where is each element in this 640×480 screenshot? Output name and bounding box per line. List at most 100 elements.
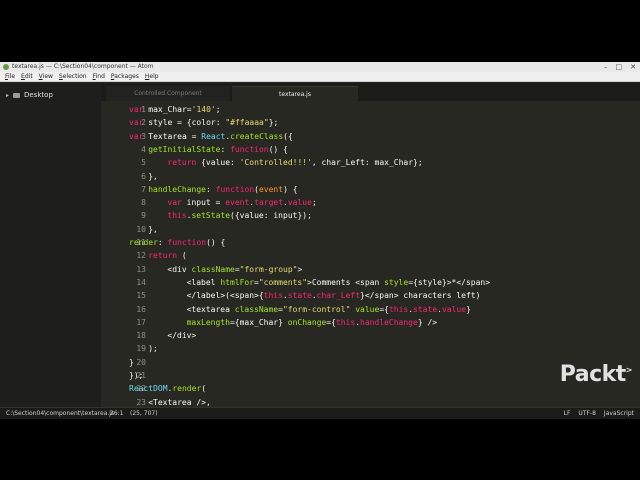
code-token: render: [172, 384, 202, 394]
code-token: handleChange: [360, 317, 418, 327]
code-token: value: [355, 304, 380, 314]
menu-item-4[interactable]: Find: [93, 72, 105, 81]
code-line[interactable]: 5 return {value: 'Controlled!!!', char_Le…: [101, 156, 640, 169]
code-token: var: [129, 131, 144, 141]
code-text: }: [129, 356, 134, 369]
status-encoding[interactable]: UTF-8: [578, 408, 596, 419]
line-number: 12: [136, 251, 146, 261]
code-line[interactable]: 13 <div className="form-group">: [101, 263, 640, 276]
code-line[interactable]: 12 return (: [101, 249, 640, 262]
code-token: this: [167, 211, 187, 221]
code-line[interactable]: 17 maxLength={max_Char} onChange={this.ha…: [101, 316, 640, 329]
code-line[interactable]: 8 var input = event.target.value;: [101, 196, 640, 209]
code-token: value: [287, 198, 312, 208]
menu-item-2[interactable]: View: [39, 72, 53, 81]
code-token: () {: [206, 238, 226, 247]
code-line[interactable]: 2 var style = {color: "#ffaaaa"};: [101, 116, 640, 129]
code-token: value: [441, 304, 467, 314]
code-line[interactable]: 9 this.setState({value: input});: [101, 209, 640, 222]
code-token: function: [215, 184, 255, 194]
code-line[interactable]: 6},: [101, 170, 640, 183]
code-token: createClass: [230, 131, 284, 141]
line-number: 10: [136, 224, 146, 234]
code-text: </label>(<span>{this.state.char_Left}</s…: [187, 289, 481, 302]
code-token: "comments": [258, 277, 308, 287]
line-number: 6: [141, 171, 146, 181]
line-number: 13: [136, 264, 146, 274]
code-token: ={style}>*</span>: [408, 277, 491, 287]
code-token: <Textarea />,: [148, 397, 211, 407]
code-token: return: [167, 158, 197, 168]
code-text: );: [148, 342, 158, 355]
menu-item-label: ackages: [114, 73, 139, 80]
code-text: <div className="form-group">: [167, 263, 302, 276]
code-token: var: [167, 198, 182, 208]
tab-controlled-component[interactable]: Controlled Component: [106, 86, 230, 101]
code-text: var style = {color: "#ffaaaa"};: [129, 116, 278, 129]
code-text: },: [148, 223, 158, 236]
line-number: 7: [141, 184, 146, 194]
menu-item-6[interactable]: Help: [145, 72, 159, 81]
code-line[interactable]: 18 </div>: [101, 329, 640, 342]
menu-item-label: dit: [24, 73, 33, 80]
line-number: 5: [141, 158, 146, 168]
code-token: }</span> characters left): [360, 291, 481, 301]
code-token: var: [129, 105, 144, 114]
code-line[interactable]: 23 <Textarea />,: [101, 396, 640, 407]
minimize-icon[interactable]: –: [604, 62, 608, 72]
menu-item-label: elp: [149, 73, 159, 80]
menu-item-3[interactable]: Selection: [59, 72, 87, 81]
code-line[interactable]: 4 getInitialState: function() {: [101, 143, 640, 156]
menu-item-5[interactable]: Packages: [111, 72, 139, 81]
code-token: this: [263, 291, 283, 301]
code-line[interactable]: 10},: [101, 223, 640, 236]
code-text: return {value: 'Controlled!!!', char_Lef…: [167, 156, 422, 169]
code-line[interactable]: 15 </label>(<span>{this.state.char_Left}<…: [101, 289, 640, 302]
menu-item-1[interactable]: Edit: [21, 72, 33, 81]
code-token: ({value: input});: [230, 211, 312, 221]
code-line[interactable]: 7 handleChange: function(event) {: [101, 183, 640, 196]
code-line[interactable]: 14 <label htmlFor="comments">Comments <sp…: [101, 276, 640, 289]
status-grammar[interactable]: JavaScript: [604, 408, 634, 419]
code-token: };: [268, 118, 279, 128]
code-token: onChange: [287, 317, 327, 327]
code-line[interactable]: 19);: [101, 342, 640, 355]
code-line[interactable]: 1 var max_Char='140';: [101, 103, 640, 116]
code-token: <label: [186, 277, 221, 287]
tree-item-label: Desktop: [24, 91, 53, 99]
title-bar: textarea.js — C:\Section04\component — A…: [0, 62, 640, 72]
status-file-path[interactable]: C:\Section04\component\textarea.js: [6, 408, 114, 419]
code-token: });: [129, 371, 144, 380]
status-line-ending[interactable]: LF: [564, 408, 571, 419]
code-token: 'Controlled!!!': [239, 158, 312, 168]
code-token: function: [230, 144, 269, 154]
line-number: 19: [136, 344, 146, 354]
code-token: htmlFor: [220, 277, 255, 287]
code-text: ReactDOM.render(: [129, 382, 206, 395]
code-token: },: [148, 171, 158, 181]
tree-item-desktop[interactable]: ▸ Desktop: [6, 91, 53, 99]
code-line[interactable]: 16 <textarea className="form-control" val…: [101, 303, 640, 316]
menu-item-label: iew: [42, 73, 53, 80]
code-token: max_Char=: [143, 105, 192, 114]
maximize-icon[interactable]: □: [616, 62, 623, 72]
code-token: }: [466, 304, 471, 314]
code-line[interactable]: 11 render: function() {: [101, 236, 640, 249]
menu-item-label: election: [62, 73, 87, 80]
menu-item-0[interactable]: File: [5, 72, 15, 81]
code-token: render: [129, 238, 158, 247]
code-token: :: [205, 184, 216, 194]
close-icon[interactable]: ✕: [630, 62, 636, 72]
code-token: style = {color:: [143, 118, 226, 128]
status-cursor-position[interactable]: 26:1: [110, 408, 123, 419]
code-text: },: [148, 170, 158, 183]
packt-logo: Packt>: [560, 362, 633, 387]
tab-textarea-js[interactable]: textarea.js: [232, 86, 358, 102]
code-token: <div: [167, 264, 192, 274]
code-token: input =: [181, 198, 226, 208]
code-token: ({: [283, 131, 293, 141]
code-token: :: [220, 144, 231, 154]
code-token: ={: [379, 304, 389, 314]
code-line[interactable]: 3 var Textarea = React.createClass({: [101, 130, 640, 143]
menu-item-label: ile: [8, 73, 16, 80]
